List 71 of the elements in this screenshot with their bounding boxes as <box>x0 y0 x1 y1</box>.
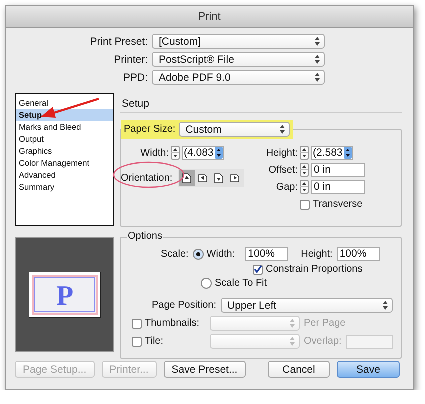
number-field[interactable]: (2.583 <box>311 146 353 160</box>
updown-icon <box>315 73 320 82</box>
stepper-icon[interactable] <box>171 146 180 160</box>
input-field[interactable]: 100% <box>245 247 288 261</box>
field-label: Overlap: <box>304 336 342 347</box>
input-field[interactable]: 100% <box>336 247 380 261</box>
dialog-button[interactable]: Cancel <box>268 361 330 378</box>
dropdown[interactable]: [Custom] <box>152 34 325 49</box>
dropdown[interactable]: PostScript® File <box>152 52 325 67</box>
checkbox-label: Tile: <box>145 336 164 347</box>
stepper-icon[interactable] <box>215 147 223 159</box>
sidebar-item[interactable]: Graphics <box>16 145 113 157</box>
checkbox-label: Constrain Proportions <box>266 264 363 275</box>
dialog-button[interactable]: Save Preset... <box>164 361 246 378</box>
orientation-button[interactable] <box>178 170 195 186</box>
updown-icon <box>290 319 295 328</box>
dialog-button[interactable]: Save <box>337 361 400 378</box>
field-label: Width: <box>140 148 169 158</box>
number-field[interactable]: (4.083 <box>182 146 224 160</box>
dropdown[interactable]: Custom <box>178 122 290 137</box>
checkbox[interactable] <box>132 318 142 328</box>
field-label: PPD: <box>122 72 149 84</box>
dropdown[interactable]: Adobe PDF 9.0 <box>152 70 325 85</box>
stepper-icon[interactable] <box>300 146 309 160</box>
radio-label: Width: <box>206 248 236 260</box>
field-label: Scale: <box>161 248 189 260</box>
radio-label: Scale To Fit <box>215 278 268 289</box>
page-preview-drawing: P <box>28 272 100 318</box>
sidebar-item[interactable]: Advanced <box>16 169 113 181</box>
field-label: Print Preset: <box>89 36 149 48</box>
checkbox[interactable] <box>132 336 142 346</box>
checkbox-label: Transverse <box>313 199 363 210</box>
stepper-icon[interactable] <box>300 163 309 177</box>
radio-button[interactable] <box>201 278 212 289</box>
field-label: Orientation: <box>120 172 174 184</box>
input-field[interactable]: 0 in <box>311 180 365 194</box>
sidebar-item[interactable]: Setup <box>16 109 113 121</box>
group-label: Options <box>127 231 164 242</box>
field-label: Height: <box>265 148 298 158</box>
checkbox[interactable] <box>300 200 310 210</box>
updown-icon <box>290 337 295 346</box>
sidebar-item[interactable]: Color Management <box>16 157 113 169</box>
field-label: Offset: <box>268 164 298 176</box>
sidebar-item[interactable]: General <box>16 97 113 109</box>
stepper-icon[interactable] <box>344 147 352 159</box>
checkbox[interactable] <box>253 264 263 274</box>
sidebar-item[interactable]: Summary <box>16 181 113 193</box>
sidebar-item[interactable]: Marks and Bleed <box>16 121 113 133</box>
field-label: Per Page <box>304 318 346 329</box>
page-icon <box>230 172 240 184</box>
checkbox-label: Thumbnails: <box>145 318 200 329</box>
updown-icon <box>382 301 388 310</box>
page-icon <box>182 172 192 184</box>
input-field[interactable] <box>346 334 393 348</box>
dropdown[interactable]: Upper Left <box>220 298 392 313</box>
updown-icon <box>315 55 320 64</box>
radio-button[interactable] <box>192 248 204 260</box>
updown-icon <box>315 37 320 46</box>
field-label: Gap: <box>275 182 298 192</box>
window-title: Print <box>198 10 221 22</box>
page-icon <box>198 172 208 184</box>
field-label: Height: <box>301 248 333 260</box>
section-heading: Setup <box>120 93 402 113</box>
page-icon <box>214 172 224 184</box>
updown-icon <box>280 125 285 134</box>
sidebar-item[interactable]: Output <box>16 133 113 145</box>
field-label: Printer: <box>113 54 149 66</box>
field-label: Page Position: <box>152 300 216 311</box>
field-label: Paper Size: <box>124 124 176 135</box>
stepper-icon[interactable] <box>300 180 309 194</box>
input-field[interactable]: 0 in <box>311 163 365 177</box>
